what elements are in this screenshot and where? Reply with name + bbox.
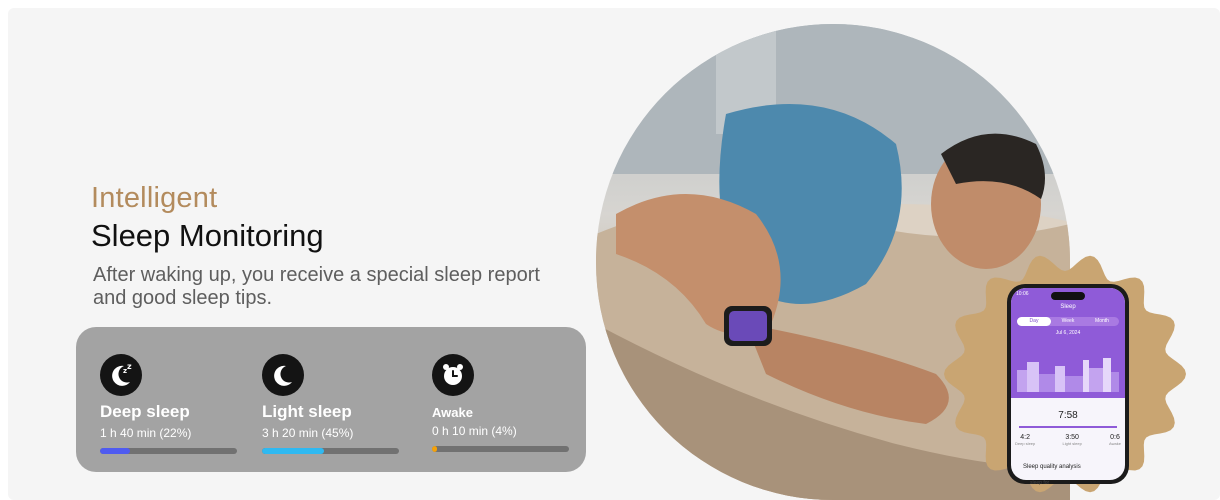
eyebrow-heading: Intelligent — [91, 182, 218, 214]
alarm-clock-icon — [432, 354, 474, 396]
phone-screen: 10:06 Sleep Day Week Month Jul 6, 2024 7… — [1011, 288, 1125, 480]
stat-label: Awake — [432, 405, 473, 420]
mini-stat-label: Deep sleep — [1015, 441, 1036, 446]
progress-fill — [432, 446, 438, 452]
tab-month[interactable]: Month — [1085, 317, 1119, 326]
stat-value: 0 h 10 min (4%) — [432, 424, 517, 438]
mini-stat-value: 4:2 — [1020, 434, 1030, 441]
progress-track — [432, 446, 569, 452]
sleep-stats-panel: z z Deep sleep 1 h 40 min (22%) z Light … — [76, 327, 586, 472]
phone-footnote: sleep for — [1030, 480, 1050, 486]
feature-description: After waking up, you receive a special s… — [93, 264, 540, 309]
mini-stat: 3:50 Light sleep — [1062, 434, 1081, 446]
progress-track — [100, 448, 237, 454]
mini-stat-label: Awake — [1109, 441, 1121, 446]
svg-text:z: z — [285, 368, 289, 376]
total-sleep: 7:58 — [1058, 410, 1078, 421]
status-time: 10:06 — [1016, 291, 1029, 297]
stat-label: Deep sleep — [100, 402, 190, 421]
app-screen-title: Sleep — [1060, 304, 1076, 310]
mini-stats: 4:2 Deep sleep 3:50 Light sleep 0:6 Awake — [1015, 434, 1121, 446]
progress-fill — [262, 448, 324, 454]
timeline-bar — [1019, 426, 1117, 428]
tab-day[interactable]: Day — [1017, 317, 1051, 326]
stat-label: Light sleep — [262, 402, 352, 421]
moon-z-icon: z — [262, 354, 304, 396]
sleep-stage-chart — [1017, 358, 1119, 392]
page-title: Sleep Monitoring — [91, 218, 324, 253]
mini-stat-value: 3:50 — [1065, 434, 1079, 441]
mini-stat-label: Light sleep — [1062, 441, 1082, 446]
mini-stat: 0:6 Awake — [1109, 434, 1121, 446]
stat-awake: Awake 0 h 10 min (4%) — [432, 354, 569, 452]
app-date: Jul 6, 2024 — [1055, 330, 1081, 336]
moon-zz-icon: z z — [100, 354, 142, 396]
stat-value: 3 h 20 min (45%) — [262, 426, 354, 440]
mini-stat: 4:2 Deep sleep — [1015, 434, 1035, 446]
stat-light-sleep: z Light sleep 3 h 20 min (45%) — [262, 354, 399, 454]
analysis-title: Sleep quality analysis — [1023, 464, 1081, 470]
app-header: 10:06 Sleep Day Week Month Jul 6, 2024 — [1011, 288, 1125, 398]
stat-deep-sleep: z z Deep sleep 1 h 40 min (22%) — [100, 354, 237, 454]
stat-value: 1 h 40 min (22%) — [100, 426, 192, 440]
phone-mockup: 10:06 Sleep Day Week Month Jul 6, 2024 7… — [1007, 284, 1129, 484]
mini-stat-value: 0:6 — [1110, 434, 1120, 441]
svg-text:z: z — [127, 362, 132, 371]
progress-fill — [100, 448, 131, 454]
phone-notch — [1051, 292, 1085, 300]
progress-track — [262, 448, 399, 454]
tab-week[interactable]: Week — [1051, 317, 1085, 326]
period-tabs: Day Week Month — [1017, 317, 1119, 326]
